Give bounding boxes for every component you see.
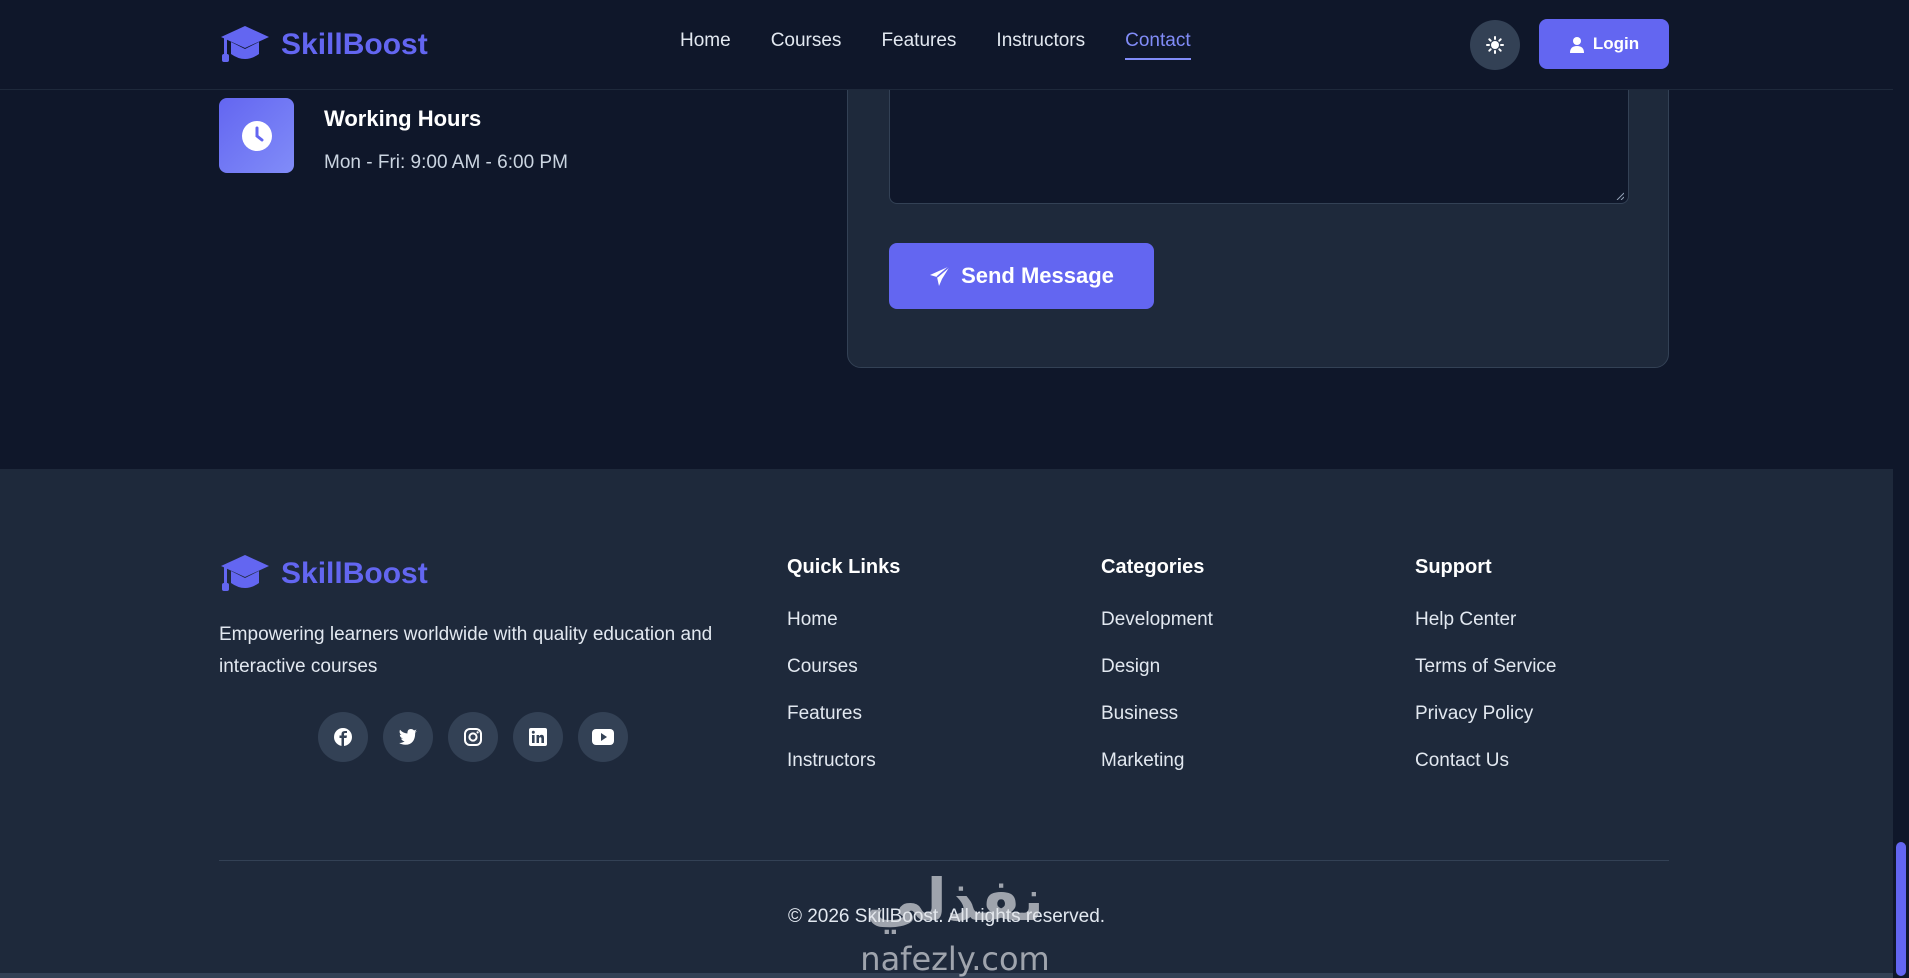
nav-courses[interactable]: Courses	[771, 30, 842, 60]
footer-column-title: Support	[1415, 556, 1492, 578]
contact-section: Working Hours Mon - Fri: 9:00 AM - 6:00 …	[0, 70, 1893, 469]
footer-brand[interactable]: SkillBoost	[219, 553, 428, 595]
nav-home[interactable]: Home	[680, 30, 731, 60]
working-hours-title: Working Hours	[324, 106, 482, 131]
working-hours-icon-box	[219, 98, 294, 173]
footer-column-title: Quick Links	[787, 556, 901, 578]
brand-logo[interactable]: SkillBoost	[219, 24, 428, 66]
footer-link-privacy[interactable]: Privacy Policy	[1415, 703, 1533, 724]
twitter-icon	[399, 729, 417, 745]
instagram-icon	[464, 728, 482, 746]
footer-link-home[interactable]: Home	[787, 609, 838, 630]
send-message-button[interactable]: Send Message	[889, 243, 1154, 309]
footer-link-design[interactable]: Design	[1101, 656, 1160, 677]
working-hours-info: Working Hours Mon - Fri: 9:00 AM - 6:00 …	[219, 98, 568, 174]
graduation-cap-icon	[221, 26, 269, 62]
footer-column-title: Categories	[1101, 556, 1205, 578]
working-hours-text: Mon - Fri: 9:00 AM - 6:00 PM	[324, 152, 568, 173]
nav-features[interactable]: Features	[881, 30, 956, 60]
footer-link-help-center[interactable]: Help Center	[1415, 609, 1516, 630]
footer-link-courses[interactable]: Courses	[787, 656, 858, 677]
youtube-icon	[592, 729, 614, 745]
page-scrollbar[interactable]	[1893, 0, 1909, 978]
graduation-cap-icon	[221, 555, 269, 591]
login-label: Login	[1592, 34, 1640, 53]
footer-link-business[interactable]: Business	[1101, 703, 1178, 724]
login-button[interactable]: Login	[1539, 19, 1669, 69]
footer-link-contact-us[interactable]: Contact Us	[1415, 750, 1509, 771]
social-links	[318, 712, 628, 762]
clock-icon	[241, 120, 272, 151]
sun-icon	[1486, 36, 1504, 54]
svg-text:nafezly.com: nafezly.com	[860, 940, 1049, 978]
linkedin-icon	[529, 728, 547, 746]
footer-link-marketing[interactable]: Marketing	[1101, 750, 1184, 771]
footer-column-support: Support Help Center Terms of Service Pri…	[1415, 556, 1556, 797]
footer-link-features[interactable]: Features	[787, 703, 862, 724]
brand-name: SkillBoost	[281, 28, 428, 61]
scrollbar-thumb[interactable]	[1896, 842, 1906, 976]
footer-link-development[interactable]: Development	[1101, 609, 1213, 630]
navbar: SkillBoost Home Courses Features Instruc…	[0, 0, 1893, 90]
send-message-label: Send Message	[961, 263, 1114, 288]
nav-instructors[interactable]: Instructors	[996, 30, 1085, 60]
message-textarea[interactable]	[889, 71, 1629, 204]
svg-text:نفذلي: نفذلي	[866, 866, 1043, 934]
youtube-link[interactable]	[578, 712, 628, 762]
resize-handle-icon[interactable]	[1616, 192, 1624, 200]
linkedin-link[interactable]	[513, 712, 563, 762]
footer-column-categories: Categories Development Design Business M…	[1101, 556, 1213, 797]
user-icon	[1569, 36, 1584, 53]
footer-divider	[219, 860, 1669, 861]
main-nav: Home Courses Features Instructors Contac…	[680, 30, 1191, 60]
nav-contact[interactable]: Contact	[1125, 30, 1191, 60]
footer-column-quick-links: Quick Links Home Courses Features Instru…	[787, 556, 900, 797]
contact-form: Send Message	[847, 70, 1669, 368]
theme-toggle-button[interactable]	[1470, 20, 1520, 70]
footer-brand-name: SkillBoost	[281, 557, 428, 590]
facebook-link[interactable]	[318, 712, 368, 762]
footer-description: Empowering learners worldwide with quali…	[219, 624, 713, 677]
instagram-link[interactable]	[448, 712, 498, 762]
footer-link-instructors[interactable]: Instructors	[787, 750, 876, 771]
footer-link-terms[interactable]: Terms of Service	[1415, 656, 1556, 677]
twitter-link[interactable]	[383, 712, 433, 762]
nafezly-watermark: نفذلي nafezly.com	[840, 862, 1070, 978]
facebook-icon	[334, 728, 352, 746]
paper-plane-icon	[930, 265, 951, 286]
